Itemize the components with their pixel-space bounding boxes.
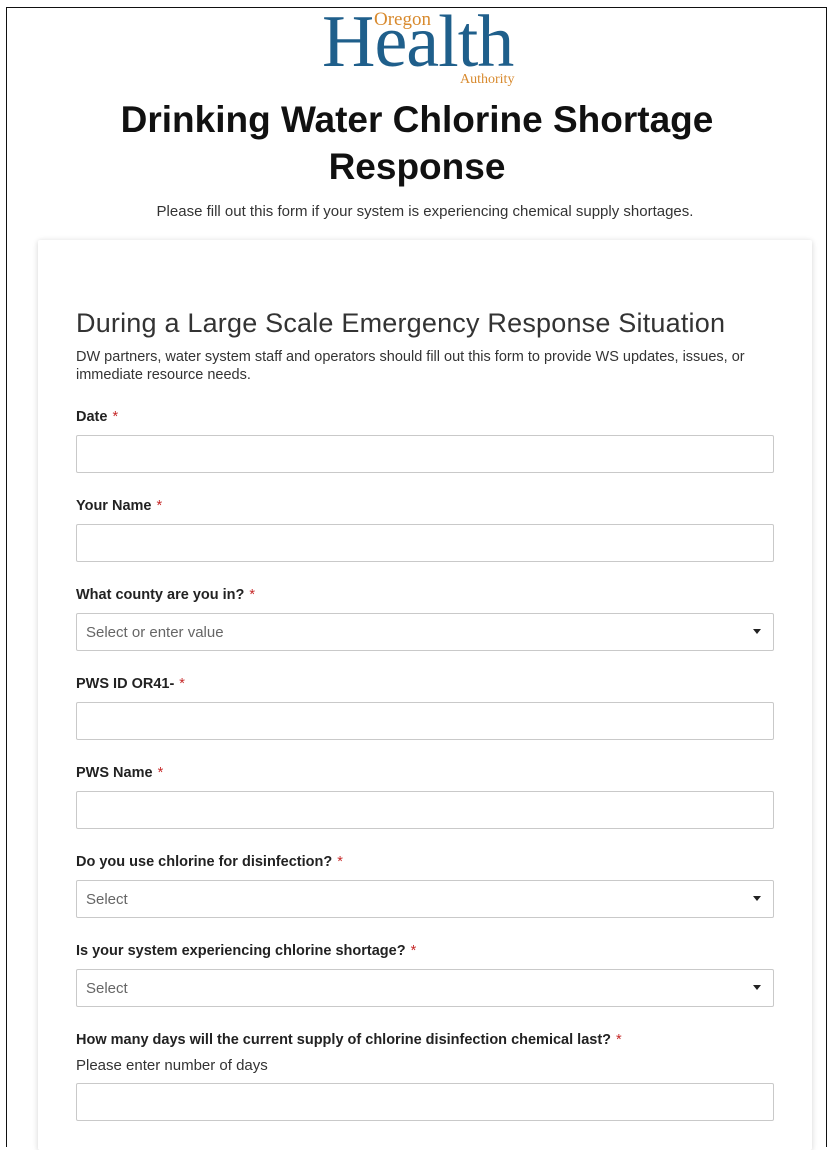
pws-id-label-text: PWS ID OR41- <box>76 676 175 692</box>
required-marker: * <box>337 854 343 870</box>
required-marker: * <box>410 943 417 959</box>
county-select[interactable]: Select or enter value <box>76 613 774 651</box>
required-marker: * <box>616 1032 622 1048</box>
section-description: DW partners, water system staff and oper… <box>76 349 745 383</box>
required-marker: * <box>112 409 119 425</box>
your-name-input[interactable] <box>76 524 774 562</box>
chlorine-use-label: Do you use chlorine for disinfection? * <box>76 854 343 870</box>
pws-name-input[interactable] <box>76 791 774 829</box>
county-select-placeholder: Select or enter value <box>86 624 224 641</box>
date-label-text: Date <box>76 409 108 425</box>
your-name-label: Your Name * <box>76 498 162 514</box>
page-subtitle: Please fill out this form if your system… <box>156 203 694 220</box>
page-title-line2: Response <box>328 146 506 187</box>
chevron-down-icon <box>753 896 761 901</box>
chlorine-shortage-label-text: Is your system experiencing chlorine sho… <box>76 943 406 959</box>
date-input[interactable] <box>76 435 774 473</box>
form-card: During a Large Scale Emergency Response … <box>38 240 812 1150</box>
pws-id-input[interactable] <box>76 702 774 740</box>
county-label-text: What county are you in? <box>76 587 245 603</box>
chevron-down-icon <box>753 629 761 634</box>
required-marker: * <box>157 765 164 781</box>
required-marker: * <box>249 587 256 603</box>
supply-days-input[interactable] <box>76 1083 774 1121</box>
chlorine-use-select-placeholder: Select <box>86 891 128 908</box>
chlorine-shortage-select-placeholder: Select <box>86 980 128 997</box>
supply-days-help: Please enter number of days <box>76 1057 268 1074</box>
your-name-label-text: Your Name <box>76 498 152 514</box>
page-title: Drinking Water Chlorine Shortage Respons… <box>0 96 834 190</box>
supply-days-label-text: How many days will the current supply of… <box>76 1032 612 1048</box>
county-label: What county are you in? * <box>76 587 255 603</box>
chlorine-use-label-text: Do you use chlorine for disinfection? <box>76 854 333 870</box>
chlorine-use-select[interactable]: Select <box>76 880 774 918</box>
chevron-down-icon <box>753 985 761 990</box>
date-label: Date * <box>76 409 118 425</box>
oha-logo: Health Oregon Authority <box>318 2 532 90</box>
required-marker: * <box>179 676 185 692</box>
chlorine-shortage-select[interactable]: Select <box>76 969 774 1007</box>
page-title-line1: Drinking Water Chlorine Shortage <box>120 99 714 140</box>
logo-oregon-text: Oregon <box>372 9 433 30</box>
pws-name-label-text: PWS Name <box>76 765 153 781</box>
pws-name-label: PWS Name * <box>76 765 163 781</box>
logo-authority-text: Authority <box>458 72 517 88</box>
supply-days-label: How many days will the current supply of… <box>76 1032 622 1048</box>
chlorine-shortage-label: Is your system experiencing chlorine sho… <box>76 943 416 959</box>
required-marker: * <box>156 498 163 514</box>
section-title: During a Large Scale Emergency Response … <box>76 308 726 338</box>
pws-id-label: PWS ID OR41- * <box>76 676 185 692</box>
